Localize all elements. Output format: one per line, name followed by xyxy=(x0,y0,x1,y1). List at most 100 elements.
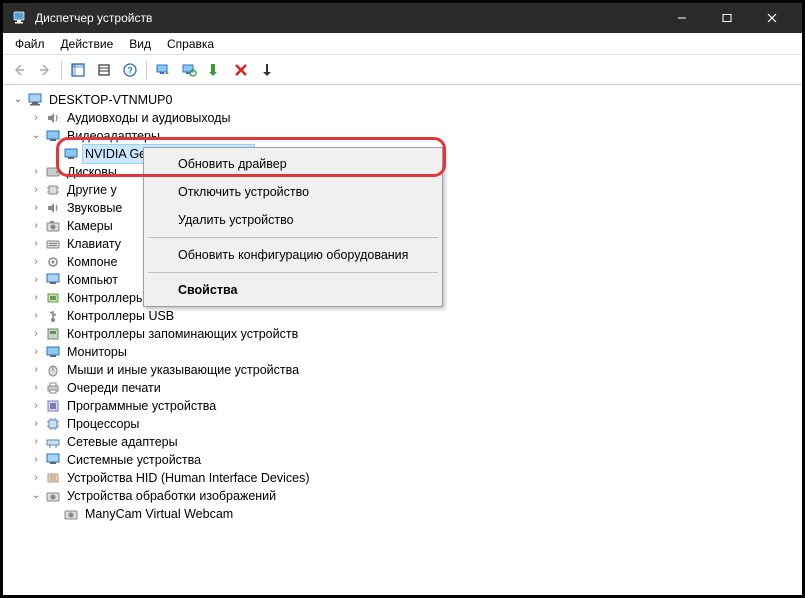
network-icon xyxy=(45,434,61,450)
tree-label: Сетевые адаптеры xyxy=(65,433,180,451)
update-driver-button[interactable] xyxy=(151,58,175,82)
tree-label: Видеоадаптеры xyxy=(65,127,162,145)
uninstall-button[interactable] xyxy=(229,58,253,82)
tree-label: ManyCam Virtual Webcam xyxy=(83,505,235,523)
close-button[interactable] xyxy=(749,3,794,33)
chevron-right-icon[interactable]: › xyxy=(29,291,43,305)
chevron-right-icon[interactable]: › xyxy=(29,381,43,395)
tree-category-software[interactable]: › Программные устройства xyxy=(7,397,798,415)
show-hidden-button[interactable] xyxy=(66,58,90,82)
camera-icon xyxy=(45,218,61,234)
disable-button[interactable] xyxy=(255,58,279,82)
context-menu: Обновить драйвер Отключить устройство Уд… xyxy=(143,147,443,307)
chevron-right-icon[interactable]: › xyxy=(29,417,43,431)
enable-device-button[interactable] xyxy=(203,58,227,82)
tree-label: Устройства HID (Human Interface Devices) xyxy=(65,469,312,487)
maximize-button[interactable] xyxy=(704,3,749,33)
chevron-right-icon[interactable]: › xyxy=(29,219,43,233)
storage-icon xyxy=(45,326,61,342)
device-tree[interactable]: ⌄ DESKTOP-VTNMUP0 › Аудиовходы и аудиовы… xyxy=(3,85,802,595)
webcam-icon xyxy=(63,506,79,522)
chip-icon xyxy=(45,182,61,198)
display-icon xyxy=(63,146,79,162)
mouse-icon xyxy=(45,362,61,378)
window-title: Диспетчер устройств xyxy=(35,11,659,25)
controller-icon xyxy=(45,290,61,306)
tree-category-cpu[interactable]: › Процессоры xyxy=(7,415,798,433)
chevron-right-icon[interactable]: › xyxy=(29,237,43,251)
chevron-right-icon[interactable]: › xyxy=(29,363,43,377)
computer-icon xyxy=(45,272,61,288)
display-icon xyxy=(45,128,61,144)
display-button[interactable] xyxy=(92,58,116,82)
chevron-right-icon[interactable]: › xyxy=(29,273,43,287)
chevron-right-icon[interactable]: › xyxy=(29,255,43,269)
tree-device-webcam[interactable]: ManyCam Virtual Webcam xyxy=(7,505,798,523)
speaker-icon xyxy=(45,200,61,216)
ctx-disable-device[interactable]: Отключить устройство xyxy=(146,178,440,206)
tree-label: Очереди печати xyxy=(65,379,163,397)
tree-category-system[interactable]: › Системные устройства xyxy=(7,451,798,469)
tree-label: Камеры xyxy=(65,217,115,235)
speaker-icon xyxy=(45,110,61,126)
imaging-icon xyxy=(45,488,61,504)
keyboard-icon xyxy=(45,236,61,252)
computer-icon xyxy=(27,92,43,108)
system-icon xyxy=(45,452,61,468)
ctx-remove-device[interactable]: Удалить устройство xyxy=(146,206,440,234)
chevron-right-icon[interactable]: › xyxy=(29,399,43,413)
tree-category-video[interactable]: ⌄ Видеоадаптеры xyxy=(7,127,798,145)
chevron-right-icon[interactable]: › xyxy=(29,111,43,125)
tree-category-imaging[interactable]: ⌄ Устройства обработки изображений xyxy=(7,487,798,505)
tree-category-hid[interactable]: › Устройства HID (Human Interface Device… xyxy=(7,469,798,487)
menu-view[interactable]: Вид xyxy=(121,35,159,53)
expander-empty xyxy=(47,507,61,521)
software-icon xyxy=(45,398,61,414)
printer-icon xyxy=(45,380,61,396)
tree-category-mice[interactable]: › Мыши и иные указывающие устройства xyxy=(7,361,798,379)
menu-file[interactable]: Файл xyxy=(7,35,53,53)
chevron-right-icon[interactable]: › xyxy=(29,327,43,341)
tree-category-monitors[interactable]: › Мониторы xyxy=(7,343,798,361)
ctx-scan-hardware[interactable]: Обновить конфигурацию оборудования xyxy=(146,241,440,269)
chevron-right-icon[interactable]: › xyxy=(29,453,43,467)
chevron-right-icon[interactable]: › xyxy=(29,201,43,215)
chevron-down-icon[interactable]: ⌄ xyxy=(11,93,25,107)
chevron-down-icon[interactable]: ⌄ xyxy=(29,489,43,503)
tree-label: Звуковые xyxy=(65,199,124,217)
tree-label: Мониторы xyxy=(65,343,129,361)
tree-label: Процессоры xyxy=(65,415,141,433)
tree-category-usb[interactable]: › Контроллеры USB xyxy=(7,307,798,325)
chevron-right-icon[interactable]: › xyxy=(29,165,43,179)
tree-category-network[interactable]: › Сетевые адаптеры xyxy=(7,433,798,451)
tree-label: Клавиату xyxy=(65,235,123,253)
tree-category-storage[interactable]: › Контроллеры запоминающих устройств xyxy=(7,325,798,343)
menu-help[interactable]: Справка xyxy=(159,35,222,53)
scan-hardware-button[interactable] xyxy=(177,58,201,82)
chevron-right-icon[interactable]: › xyxy=(29,435,43,449)
tree-label: Компоне xyxy=(65,253,119,271)
help-button[interactable]: ? xyxy=(118,58,142,82)
ctx-properties[interactable]: Свойства xyxy=(146,276,440,304)
usb-icon xyxy=(45,308,61,324)
chevron-right-icon[interactable]: › xyxy=(29,345,43,359)
tree-category-printq[interactable]: › Очереди печати xyxy=(7,379,798,397)
menu-action[interactable]: Действие xyxy=(53,35,122,53)
expander-empty xyxy=(47,147,61,161)
tree-label: Системные устройства xyxy=(65,451,203,469)
chevron-right-icon[interactable]: › xyxy=(29,309,43,323)
tree-label: Аудиовходы и аудиовыходы xyxy=(65,109,232,127)
tree-root[interactable]: ⌄ DESKTOP-VTNMUP0 xyxy=(7,91,798,109)
disk-icon xyxy=(45,164,61,180)
tree-label: Программные устройства xyxy=(65,397,218,415)
tree-label: Компьют xyxy=(65,271,120,289)
chevron-right-icon[interactable]: › xyxy=(29,183,43,197)
app-icon xyxy=(11,10,27,26)
tree-category-audio[interactable]: › Аудиовходы и аудиовыходы xyxy=(7,109,798,127)
chevron-right-icon[interactable]: › xyxy=(29,471,43,485)
chevron-down-icon[interactable]: ⌄ xyxy=(29,129,43,143)
tree-label: Мыши и иные указывающие устройства xyxy=(65,361,301,379)
monitor-icon xyxy=(45,344,61,360)
minimize-button[interactable] xyxy=(659,3,704,33)
ctx-update-driver[interactable]: Обновить драйвер xyxy=(146,150,440,178)
